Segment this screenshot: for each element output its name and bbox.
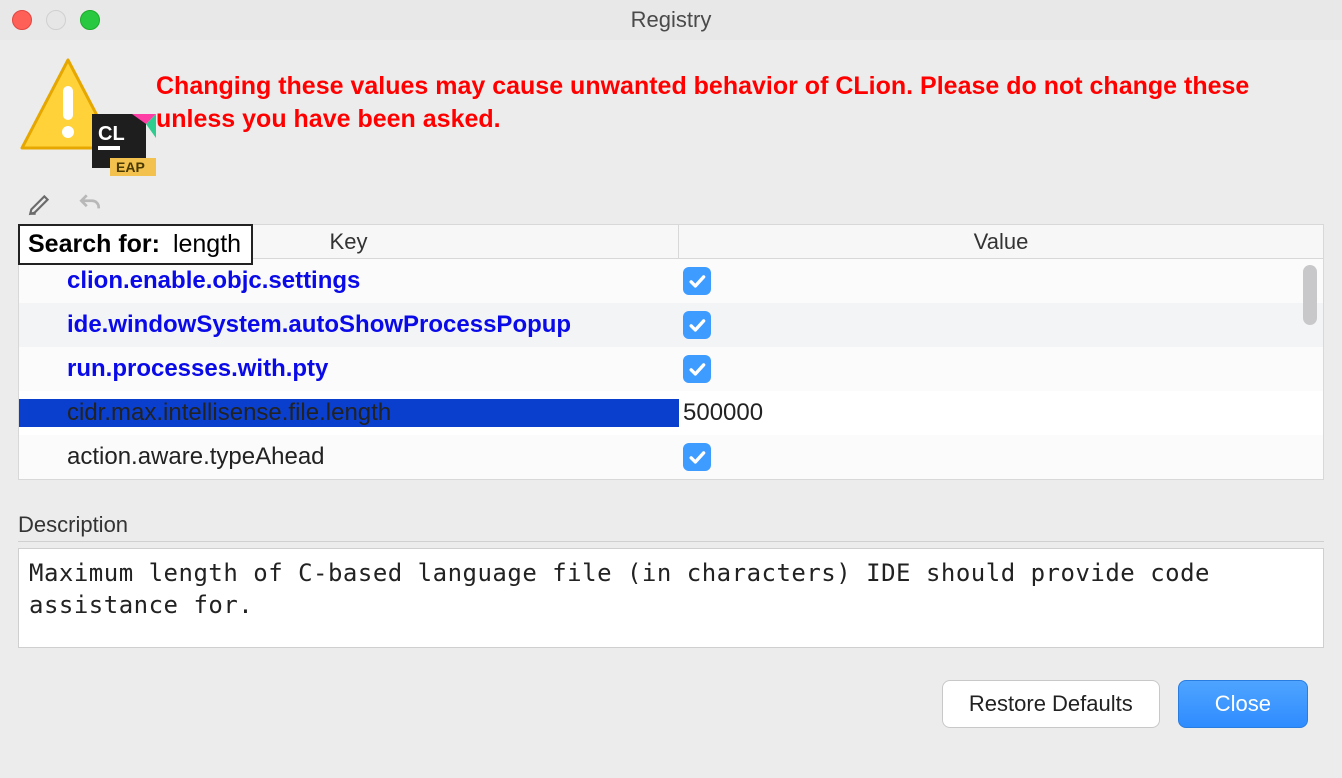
close-window-icon[interactable] [12, 10, 32, 30]
description-text: Maximum length of C-based language file … [18, 548, 1324, 648]
scrollbar-thumb[interactable] [1303, 265, 1317, 325]
registry-key: cidr.max.intellisense.file.length [19, 399, 679, 427]
registry-value[interactable]: 500000 [679, 399, 1323, 427]
warning-text: Changing these values may cause unwanted… [156, 56, 1324, 135]
titlebar: Registry [0, 0, 1342, 40]
restore-defaults-button[interactable]: Restore Defaults [942, 680, 1160, 728]
revert-icon[interactable] [76, 190, 104, 218]
svg-text:CL: CL [98, 123, 125, 145]
registry-table: Search for: length Key Value clion.enabl… [18, 224, 1324, 480]
warning-banner: CL EAP Changing these values may cause u… [18, 56, 1324, 176]
registry-value[interactable] [679, 355, 1323, 383]
search-query: length [173, 230, 241, 258]
toolbar [18, 190, 1324, 224]
table-row[interactable]: clion.enable.objc.settings [19, 259, 1323, 303]
warning-icon: CL EAP [18, 56, 138, 176]
search-for-overlay[interactable]: Search for: length [18, 224, 253, 265]
checkbox-icon[interactable] [683, 267, 711, 295]
checkbox-icon[interactable] [683, 355, 711, 383]
table-row[interactable]: run.processes.with.pty [19, 347, 1323, 391]
edit-icon[interactable] [26, 190, 54, 218]
registry-value[interactable] [679, 311, 1323, 339]
registry-value[interactable] [679, 443, 1323, 471]
registry-key: ide.windowSystem.autoShowProcessPopup [19, 311, 679, 339]
checkbox-icon[interactable] [683, 311, 711, 339]
description-label: Description [18, 512, 1324, 542]
close-button[interactable]: Close [1178, 680, 1308, 728]
window-title: Registry [0, 7, 1342, 33]
checkbox-icon[interactable] [683, 443, 711, 471]
dialog-footer: Restore Defaults Close [18, 680, 1324, 728]
search-label: Search for: [28, 230, 160, 258]
column-header-value[interactable]: Value [679, 225, 1323, 258]
table-row[interactable]: cidr.max.intellisense.file.length500000 [19, 391, 1323, 435]
registry-key: clion.enable.objc.settings [19, 267, 679, 295]
registry-value[interactable] [679, 267, 1323, 295]
zoom-window-icon[interactable] [80, 10, 100, 30]
minimize-window-icon[interactable] [46, 10, 66, 30]
table-body: clion.enable.objc.settings ide.windowSyst… [19, 259, 1323, 479]
table-row[interactable]: ide.windowSystem.autoShowProcessPopup [19, 303, 1323, 347]
table-row[interactable]: action.aware.typeAhead [19, 435, 1323, 479]
svg-text:EAP: EAP [116, 159, 145, 175]
clion-eap-badge: CL EAP [92, 114, 156, 178]
registry-key: action.aware.typeAhead [19, 443, 679, 471]
registry-key: run.processes.with.pty [19, 355, 679, 383]
window-controls [12, 10, 100, 30]
value-text: 500000 [683, 399, 763, 427]
